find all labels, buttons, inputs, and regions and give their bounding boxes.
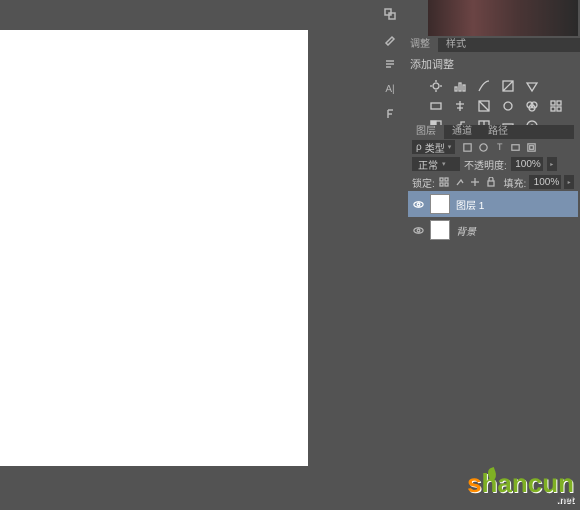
canvas[interactable]: [0, 30, 308, 466]
filter-adjustment-icon[interactable]: [477, 141, 490, 154]
preview-thumbnail: [428, 0, 578, 36]
tab-adjust[interactable]: 调整: [402, 38, 438, 52]
levels-icon[interactable]: [452, 78, 468, 94]
brush-icon[interactable]: [379, 28, 401, 50]
layers-channels-paths-tabs: 图层 通道 路径: [408, 125, 574, 139]
adjust-style-tabs: 调整 样式: [402, 38, 580, 52]
vertical-tool-strip: A|: [378, 0, 402, 130]
filter-type-dropdown[interactable]: ρ类型▾: [412, 140, 455, 154]
fill-label: 填充:: [503, 175, 526, 190]
filter-type-icon[interactable]: T: [493, 141, 506, 154]
layer-thumbnail[interactable]: [430, 220, 450, 240]
paragraph-icon[interactable]: [379, 53, 401, 75]
tab-paths[interactable]: 路径: [480, 125, 516, 139]
brightness-icon[interactable]: [428, 78, 444, 94]
blend-opacity-row: 正常▾ 不透明度: ▸: [408, 155, 578, 173]
type-tool-icon[interactable]: A|: [379, 78, 401, 100]
color-lookup-icon[interactable]: [548, 98, 564, 114]
filter-shape-icon[interactable]: [509, 141, 522, 154]
color-balance-icon[interactable]: [452, 98, 468, 114]
hue-sat-icon[interactable]: [428, 98, 444, 114]
layer-thumbnail[interactable]: [430, 194, 450, 214]
color-swatch-icon[interactable]: [379, 3, 401, 25]
visibility-eye-icon[interactable]: [412, 224, 424, 236]
photo-filter-icon[interactable]: [500, 98, 516, 114]
lock-position-icon[interactable]: [469, 176, 482, 189]
opacity-input[interactable]: [511, 157, 543, 171]
opacity-label: 不透明度:: [464, 157, 507, 172]
layer-row[interactable]: 图层 1: [408, 191, 578, 217]
opacity-stepper[interactable]: ▸: [547, 157, 557, 171]
layer-row[interactable]: 背景: [408, 217, 578, 243]
fill-input[interactable]: [529, 175, 561, 189]
annotations-icon[interactable]: [379, 103, 401, 125]
fill-stepper[interactable]: ▸: [564, 175, 574, 189]
tab-layers[interactable]: 图层: [408, 125, 444, 139]
watermark: shancun .net: [467, 468, 574, 506]
lock-label: 锁定:: [412, 175, 435, 190]
layer-name[interactable]: 图层 1: [456, 197, 484, 212]
bw-icon[interactable]: [476, 98, 492, 114]
lock-image-icon[interactable]: [453, 176, 466, 189]
lock-all-icon[interactable]: [485, 176, 498, 189]
layers-panel: ρ类型▾ T 正常▾ 不透明度: ▸ 锁定: 填充: [408, 139, 578, 510]
filter-smart-icon[interactable]: [525, 141, 538, 154]
filter-pixel-icon[interactable]: [461, 141, 474, 154]
curves-icon[interactable]: [476, 78, 492, 94]
lock-fill-row: 锁定: 填充: ▸: [408, 173, 578, 191]
channel-mixer-icon[interactable]: [524, 98, 540, 114]
tab-style[interactable]: 样式: [438, 38, 474, 52]
tab-channels[interactable]: 通道: [444, 125, 480, 139]
right-panel: 调整 样式 添加调整 图层 通道 路径: [402, 0, 580, 510]
layer-filter-toolbar: ρ类型▾ T: [408, 139, 578, 155]
visibility-eye-icon[interactable]: [412, 198, 424, 210]
add-adjustment-label: 添加调整: [410, 56, 572, 72]
layer-list: 图层 1 背景: [408, 191, 578, 243]
watermark-text: hancun: [482, 468, 574, 498]
exposure-icon[interactable]: [500, 78, 516, 94]
blend-mode-dropdown[interactable]: 正常▾: [412, 157, 460, 171]
layer-name[interactable]: 背景: [456, 223, 476, 238]
lock-transparent-icon[interactable]: [438, 176, 451, 189]
vibrance-icon[interactable]: [524, 78, 540, 94]
